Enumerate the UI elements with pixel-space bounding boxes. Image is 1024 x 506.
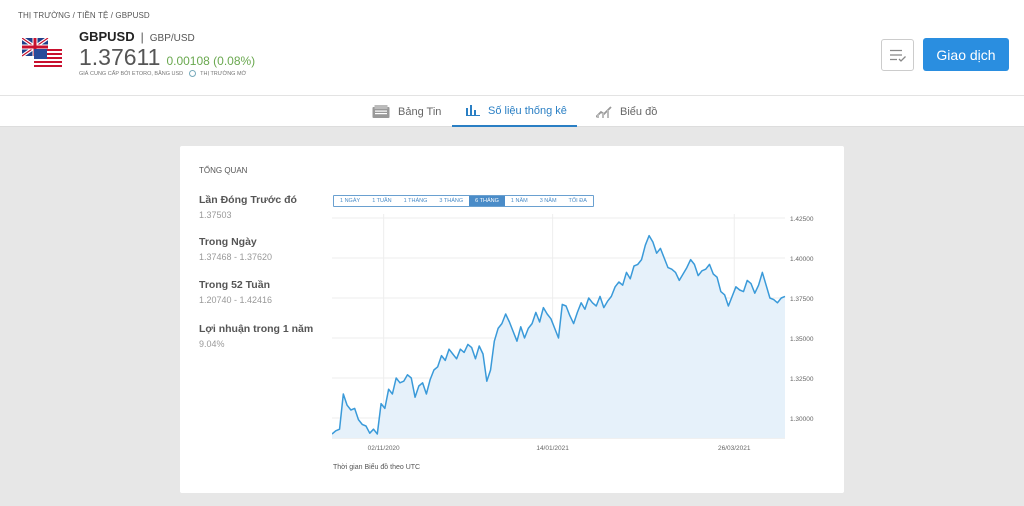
tab-chart-label: Biểu đồ	[620, 105, 658, 118]
breadcrumb-separator: /	[72, 11, 75, 20]
stat-previous-close: Lần Đóng Trước đó 1.37503	[199, 194, 297, 220]
range-3y[interactable]: 3 NĂM	[534, 196, 563, 206]
breadcrumb-markets[interactable]: THỊ TRƯỜNG	[18, 11, 70, 20]
stat-value: 1.20740 - 1.42416	[199, 295, 273, 305]
tab-news[interactable]: Bảng Tin	[372, 96, 441, 127]
price-chart: 1.42500 1.40000 1.37500 1.35000 1.32500 1.300…	[332, 214, 814, 452]
stat-value: 1.37503	[199, 210, 232, 220]
price-source-note: GIÁ CUNG CẤP BỞI ETORO, BẰNG USD	[79, 70, 184, 77]
current-price: 1.37611	[79, 44, 161, 70]
stat-52-week-range: Trong 52 Tuần 1.20740 - 1.42416	[199, 279, 272, 305]
overview-title: TỔNG QUAN	[199, 166, 248, 175]
symbol-separator: |	[140, 30, 144, 44]
chart-timezone-note: Thời gian Biểu đồ theo UTC	[333, 464, 421, 471]
clock-icon	[189, 70, 197, 77]
stat-label: Lợi nhuận trong 1 năm	[199, 323, 314, 335]
chart-icon	[596, 106, 612, 118]
range-1d[interactable]: 1 NGÀY	[334, 196, 366, 206]
stat-label: Trong Ngày	[199, 236, 257, 248]
breadcrumb-currencies[interactable]: TIỀN TỆ	[77, 11, 108, 20]
tab-statistics-label: Số liệu thống kê	[488, 104, 567, 117]
range-max[interactable]: TỐI ĐA	[563, 196, 593, 206]
tab-bar: Bảng Tin Số liệu thống kê Biểu đồ	[0, 95, 1024, 127]
watchlist-icon	[890, 49, 906, 62]
stat-value: 9.04%	[199, 339, 225, 349]
breadcrumb-separator: /	[110, 11, 114, 20]
market-status: THỊ TRƯỜNG MỞ	[200, 70, 247, 77]
y-tick-label: 1.37500	[790, 296, 814, 303]
y-tick-label: 1.42500	[790, 216, 814, 223]
gbp-usd-flag-icon	[22, 38, 62, 68]
news-icon	[372, 104, 390, 118]
watchlist-button[interactable]	[881, 39, 914, 71]
breadcrumb: THỊ TRƯỜNG / TIỀN TỆ / GBPUSD	[18, 11, 150, 20]
instrument-header: THỊ TRƯỜNG / TIỀN TỆ / GBPUSD GBPUSD | G	[0, 0, 1024, 95]
x-tick-label: 26/03/2021	[718, 445, 751, 452]
x-tick-label: 02/11/2020	[368, 445, 400, 452]
range-1m[interactable]: 1 THÁNG	[398, 196, 434, 206]
stat-1-year-return: Lợi nhuận trong 1 năm 9.04%	[199, 323, 313, 349]
x-tick-label: 14/01/2021	[536, 445, 569, 452]
tab-chart[interactable]: Biểu đồ	[596, 96, 657, 127]
breadcrumb-current: GBPUSD	[115, 11, 150, 20]
y-tick-label: 1.30000	[790, 416, 814, 423]
price-change: 0.00108 (0.08%)	[166, 54, 256, 68]
range-3m[interactable]: 3 THÁNG	[433, 196, 469, 206]
y-tick-label: 1.40000	[790, 256, 814, 263]
range-1y[interactable]: 1 NĂM	[505, 196, 534, 206]
stat-label: Trong 52 Tuần	[199, 279, 270, 291]
instrument-pair-name: GBP/USD	[149, 33, 195, 44]
tab-statistics[interactable]: Số liệu thống kê	[452, 96, 577, 127]
stat-value: 1.37468 - 1.37620	[199, 252, 273, 262]
range-6m[interactable]: 6 THÁNG	[469, 196, 505, 206]
y-tick-label: 1.35000	[790, 336, 814, 343]
instrument-symbol: GBPUSD	[79, 29, 135, 44]
stat-label: Lần Đóng Trước đó	[199, 194, 297, 206]
tab-news-label: Bảng Tin	[398, 105, 442, 118]
time-range-selector: 1 NGÀY 1 TUẦN 1 THÁNG 3 THÁNG 6 THÁNG 1 …	[333, 195, 594, 207]
stat-day-range: Trong Ngày 1.37468 - 1.37620	[199, 236, 272, 262]
bar-chart-icon	[466, 105, 480, 116]
range-1w[interactable]: 1 TUẦN	[366, 196, 397, 206]
y-tick-label: 1.32500	[790, 376, 814, 383]
trade-button[interactable]: Giao dịch	[923, 38, 1009, 71]
overview-card: TỔNG QUAN Lần Đóng Trước đó 1.37503 Tron…	[180, 146, 844, 493]
